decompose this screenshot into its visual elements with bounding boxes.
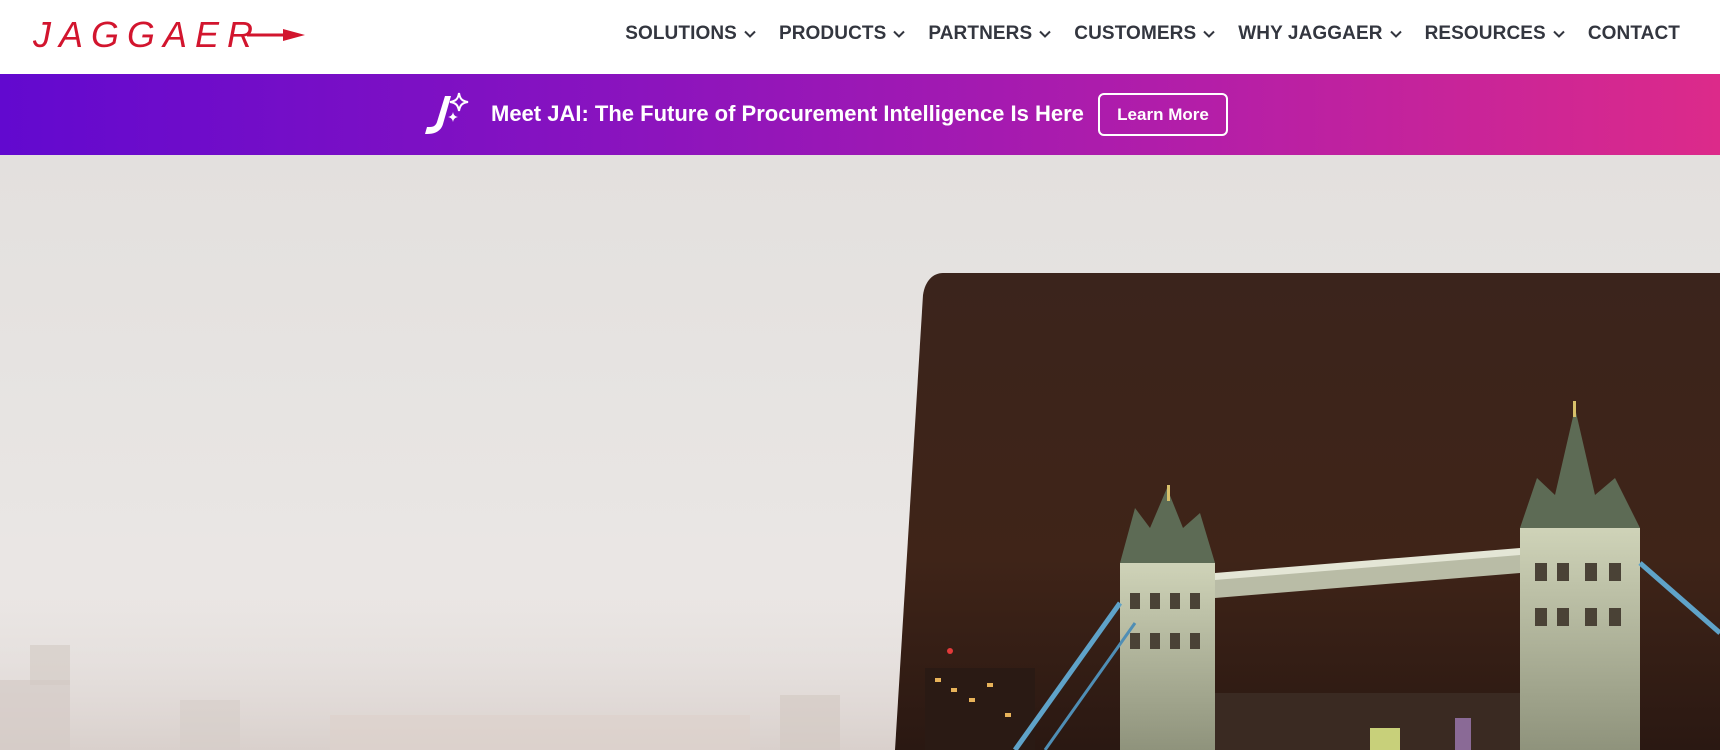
nav-why-jaggaer[interactable]: WHY JAGGAER xyxy=(1238,23,1402,45)
nav-solutions[interactable]: SOLUTIONS xyxy=(625,23,757,45)
logo-wordmark: JAGGAER xyxy=(33,16,305,52)
nav-resources-label: RESOURCES xyxy=(1424,23,1546,44)
chevron-down-icon xyxy=(1553,30,1565,38)
nav-contact-label: CONTACT xyxy=(1587,23,1680,44)
nav-resources[interactable]: RESOURCES xyxy=(1425,23,1566,45)
promo-banner: Meet JAI: The Future of Procurement Inte… xyxy=(0,74,1720,155)
chevron-down-icon xyxy=(1203,30,1215,38)
nav-products[interactable]: PRODUCTS xyxy=(779,23,906,45)
nav-customers[interactable]: CUSTOMERS xyxy=(1074,23,1216,45)
chevron-down-icon xyxy=(893,30,906,38)
nav-products-label: PRODUCTS xyxy=(778,23,887,44)
nav-contact[interactable]: CONTACT xyxy=(1588,23,1680,45)
jaggaer-logo[interactable]: JAGGAER xyxy=(33,16,305,52)
chevron-down-icon xyxy=(744,30,756,38)
nav-why-jaggaer-label: WHY JAGGAER xyxy=(1238,23,1383,44)
jai-sparkle-icon xyxy=(425,92,469,134)
nav-solutions-label: SOLUTIONS xyxy=(625,23,737,44)
main-nav: SOLUTIONS PRODUCTS PARTNERS CUSTOMERS WH… xyxy=(625,0,1680,68)
chevron-down-icon xyxy=(1389,30,1402,38)
nav-partners-label: PARTNERS xyxy=(928,23,1033,44)
site-header: JAGGAER SOLUTIONS PRODUCTS PARTNERS CUST… xyxy=(0,0,1720,74)
svg-text:JAGGAER: JAGGAER xyxy=(33,16,255,52)
hero-background-haze xyxy=(0,575,1000,750)
hero-section xyxy=(0,155,1720,750)
nav-partners[interactable]: PARTNERS xyxy=(928,23,1052,45)
nav-customers-label: CUSTOMERS xyxy=(1074,23,1197,44)
tower-bridge-photo xyxy=(895,273,1720,750)
banner-headline: Meet JAI: The Future of Procurement Inte… xyxy=(491,101,1084,126)
chevron-down-icon xyxy=(1039,30,1051,38)
learn-more-button[interactable]: Learn More xyxy=(1098,93,1228,136)
